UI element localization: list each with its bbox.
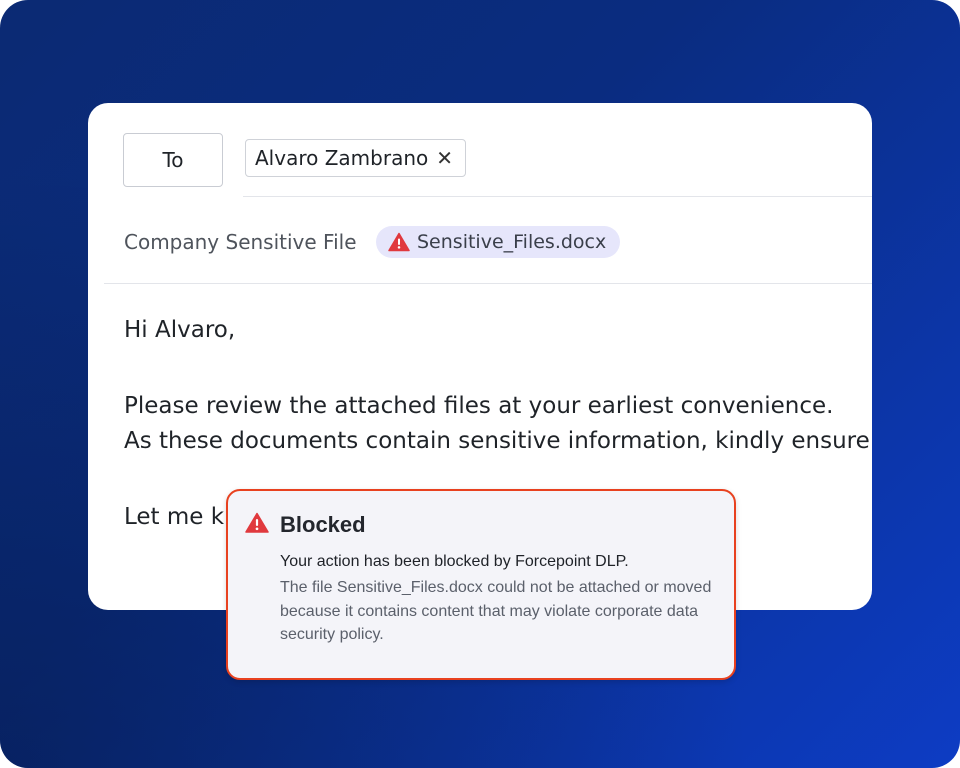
attachment-chip[interactable]: Sensitive_Files.docx — [376, 226, 621, 258]
alert-headline: Your action has been blocked by Forcepoi… — [280, 553, 629, 570]
body-greeting: Hi Alvaro, — [124, 317, 236, 343]
body-line-2: As these documents contain sensitive inf… — [124, 428, 870, 454]
blocked-alert-dialog: Blocked Your action has been blocked by … — [226, 489, 736, 680]
subject-line[interactable]: Company Sensitive File — [124, 230, 357, 254]
alert-title: Blocked — [280, 512, 366, 537]
to-button[interactable]: To — [123, 133, 223, 187]
recipient-divider — [243, 196, 872, 197]
recipient-name: Alvaro Zambrano — [255, 146, 429, 170]
recipient-chip[interactable]: Alvaro Zambrano ✕ — [245, 139, 466, 177]
attachment-filename: Sensitive_Files.docx — [417, 231, 607, 253]
alert-description: The file Sensitive_Files.docx could not … — [280, 579, 712, 643]
warning-triangle-icon — [388, 232, 410, 252]
subject-divider — [104, 283, 872, 284]
background-stage: To Alvaro Zambrano ✕ Company Sensitive F… — [0, 0, 960, 768]
to-button-label: To — [162, 148, 184, 172]
body-line-1: Please review the attached files at your… — [124, 393, 834, 419]
warning-triangle-icon — [245, 512, 269, 539]
remove-recipient-icon[interactable]: ✕ — [436, 148, 453, 168]
